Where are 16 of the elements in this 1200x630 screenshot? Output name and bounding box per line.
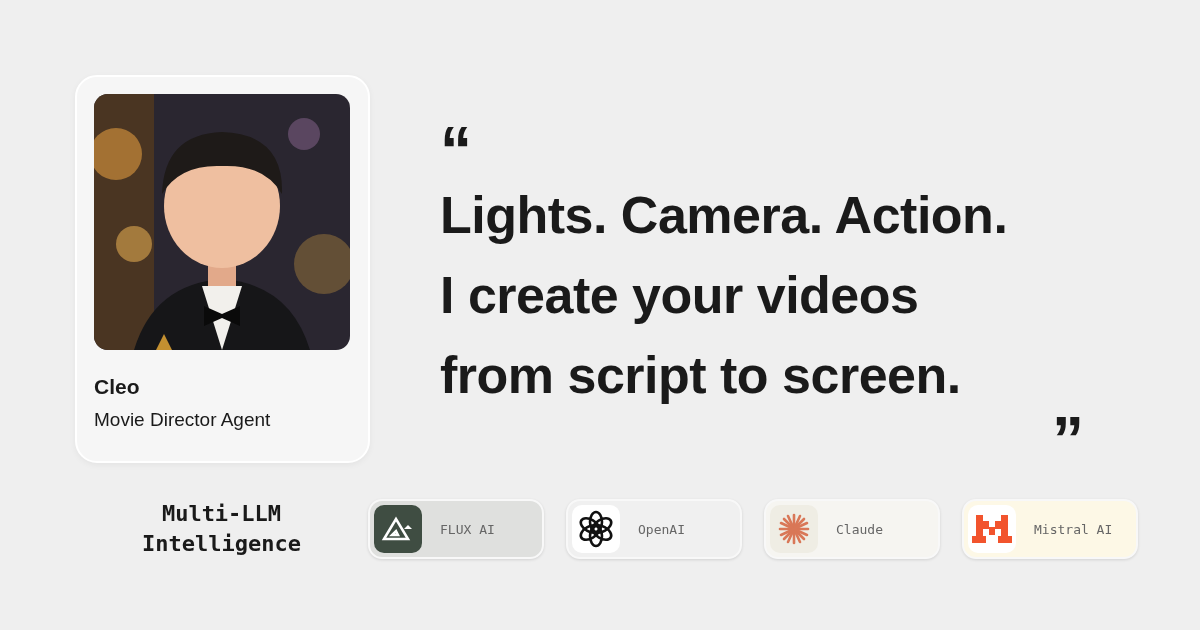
pixel-logo-icon xyxy=(968,505,1016,553)
starburst-icon xyxy=(770,505,818,553)
model-name: OpenAI xyxy=(638,521,685,537)
model-name: Mistral AI xyxy=(1034,521,1113,537)
quote-line: Lights. Camera. Action. xyxy=(440,185,1008,246)
quote-line: I create your videos xyxy=(440,265,919,326)
knot-logo-icon xyxy=(572,505,620,553)
agent-role: Movie Director Agent xyxy=(94,409,271,431)
section-heading: Multi-LLM Intelligence xyxy=(141,500,302,558)
agent-name: Cleo xyxy=(94,375,140,399)
model-name: FLUX AI xyxy=(440,521,495,537)
quote-mark: “ xyxy=(440,125,472,175)
model-name: Claude xyxy=(836,521,883,537)
quote-line: from script to screen. xyxy=(440,345,961,406)
quote-mark: ” xyxy=(1052,415,1084,465)
triangle-logo-icon xyxy=(374,505,422,553)
